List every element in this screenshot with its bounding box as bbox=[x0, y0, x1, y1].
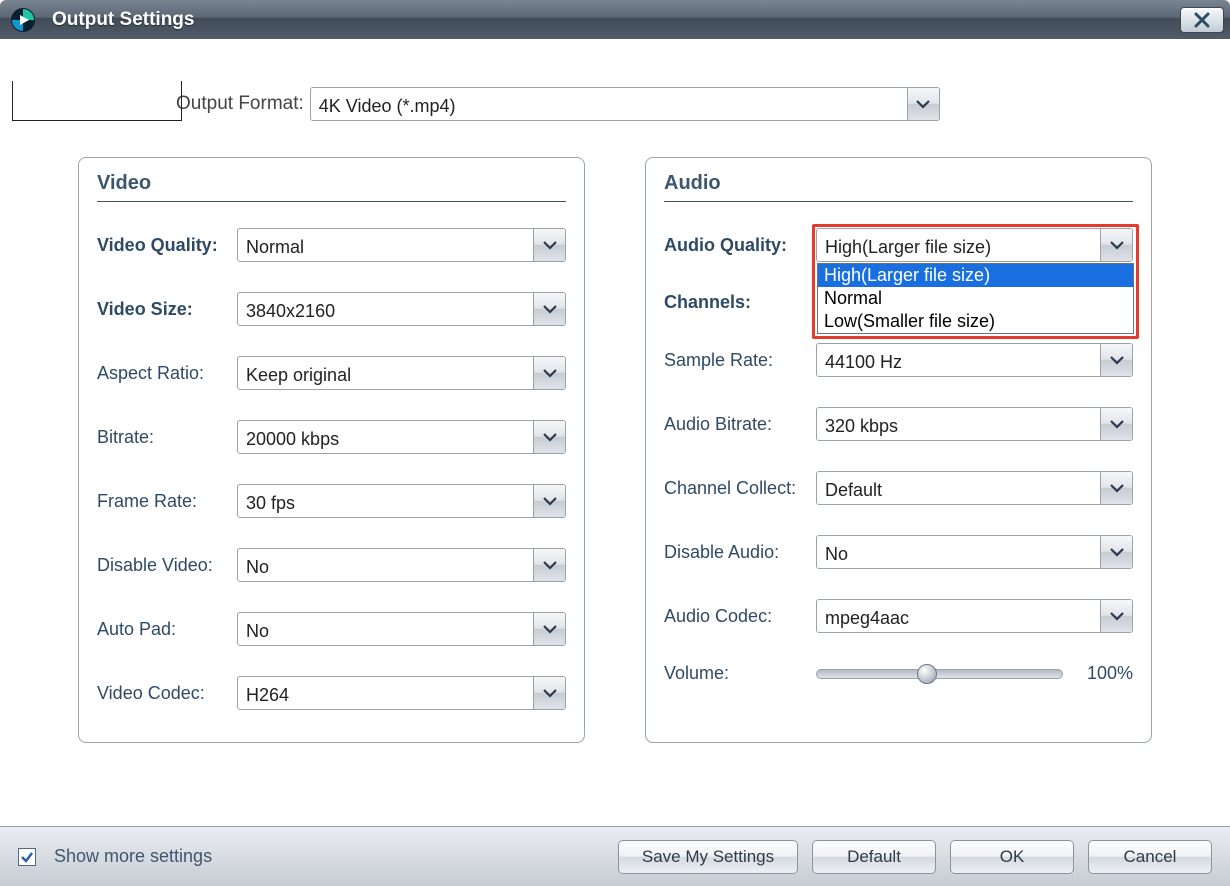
audio-panel: Audio Audio Quality: High(Larger file si… bbox=[645, 157, 1152, 743]
chevron-down-icon bbox=[533, 229, 565, 261]
chevron-down-icon bbox=[533, 485, 565, 517]
chevron-down-icon bbox=[533, 677, 565, 709]
audio-bitrate-row: Audio Bitrate: 320 kbps bbox=[664, 407, 1133, 441]
outline-mark bbox=[12, 81, 182, 121]
audio-quality-select[interactable]: High(Larger file size) bbox=[816, 228, 1133, 262]
chevron-down-icon bbox=[533, 293, 565, 325]
video-panel-title: Video bbox=[97, 172, 566, 202]
audio-quality-option-high[interactable]: High(Larger file size) bbox=[818, 264, 1133, 287]
disable-audio-select[interactable]: No bbox=[816, 535, 1133, 569]
video-size-select[interactable]: 3840x2160 bbox=[237, 292, 566, 326]
ok-button[interactable]: OK bbox=[950, 840, 1074, 874]
chevron-down-icon bbox=[1100, 536, 1132, 568]
window-title: Output Settings bbox=[52, 9, 194, 31]
chevron-down-icon bbox=[533, 357, 565, 389]
audio-quality-label: Audio Quality: bbox=[664, 235, 816, 256]
audio-panel-title: Audio bbox=[664, 172, 1133, 202]
app-logo-icon bbox=[10, 7, 36, 33]
title-bar: Output Settings bbox=[0, 0, 1230, 39]
video-codec-row: Video Codec: H264 bbox=[97, 676, 566, 710]
sample-rate-label: Sample Rate: bbox=[664, 350, 816, 371]
output-format-row: Output Format: 4K Video (*.mp4) bbox=[176, 87, 1212, 121]
frame-rate-row: Frame Rate: 30 fps bbox=[97, 484, 566, 518]
chevron-down-icon bbox=[1100, 344, 1132, 376]
show-more-label: Show more settings bbox=[54, 846, 212, 867]
default-button[interactable]: Default bbox=[812, 840, 936, 874]
close-icon bbox=[1193, 11, 1211, 29]
audio-quality-dropdown[interactable]: High(Larger file size) Normal Low(Smalle… bbox=[817, 263, 1134, 334]
disable-video-select[interactable]: No bbox=[237, 548, 566, 582]
disable-audio-row: Disable Audio: No bbox=[664, 535, 1133, 569]
chevron-down-icon bbox=[533, 613, 565, 645]
video-codec-label: Video Codec: bbox=[97, 683, 237, 704]
footer: Show more settings Save My Settings Defa… bbox=[0, 826, 1230, 886]
auto-pad-row: Auto Pad: No bbox=[97, 612, 566, 646]
bitrate-label: Bitrate: bbox=[97, 427, 237, 448]
auto-pad-select[interactable]: No bbox=[237, 612, 566, 646]
save-my-settings-button[interactable]: Save My Settings bbox=[618, 840, 798, 874]
check-icon bbox=[20, 850, 34, 864]
panels: Video Video Quality: Normal Video Size: … bbox=[18, 157, 1212, 743]
video-size-label: Video Size: bbox=[97, 299, 237, 320]
channel-collect-row: Channel Collect: Default bbox=[664, 471, 1133, 505]
video-panel: Video Video Quality: Normal Video Size: … bbox=[78, 157, 585, 743]
chevron-down-icon bbox=[907, 88, 939, 120]
channel-collect-label: Channel Collect: bbox=[664, 478, 816, 499]
volume-label: Volume: bbox=[664, 663, 816, 684]
audio-bitrate-label: Audio Bitrate: bbox=[664, 414, 816, 435]
chevron-down-icon bbox=[1100, 229, 1132, 261]
audio-bitrate-select[interactable]: 320 kbps bbox=[816, 407, 1133, 441]
chevron-down-icon bbox=[1100, 600, 1132, 632]
output-format-label: Output Format: bbox=[176, 93, 304, 115]
video-quality-row: Video Quality: Normal bbox=[97, 228, 566, 262]
disable-audio-label: Disable Audio: bbox=[664, 542, 816, 563]
audio-codec-row: Audio Codec: mpeg4aac bbox=[664, 599, 1133, 633]
cancel-button[interactable]: Cancel bbox=[1088, 840, 1212, 874]
chevron-down-icon bbox=[533, 421, 565, 453]
volume-value: 100% bbox=[1079, 663, 1133, 684]
output-format-select[interactable]: 4K Video (*.mp4) bbox=[310, 87, 940, 121]
output-format-value: 4K Video (*.mp4) bbox=[311, 88, 907, 120]
audio-quality-option-low[interactable]: Low(Smaller file size) bbox=[818, 310, 1133, 333]
chevron-down-icon bbox=[1100, 408, 1132, 440]
volume-slider[interactable] bbox=[816, 669, 1063, 679]
aspect-ratio-select[interactable]: Keep original bbox=[237, 356, 566, 390]
audio-codec-label: Audio Codec: bbox=[664, 606, 816, 627]
sample-rate-select[interactable]: 44100 Hz bbox=[816, 343, 1133, 377]
show-more-checkbox[interactable] bbox=[18, 848, 36, 866]
video-size-row: Video Size: 3840x2160 bbox=[97, 292, 566, 326]
channel-collect-select[interactable]: Default bbox=[816, 471, 1133, 505]
volume-row: Volume: 100% bbox=[664, 663, 1133, 684]
chevron-down-icon bbox=[1100, 472, 1132, 504]
video-quality-label: Video Quality: bbox=[97, 235, 237, 256]
output-settings-window: Output Settings Output Format: 4K Video … bbox=[0, 0, 1230, 886]
disable-video-row: Disable Video: No bbox=[97, 548, 566, 582]
aspect-ratio-row: Aspect Ratio: Keep original bbox=[97, 356, 566, 390]
slider-thumb-icon[interactable] bbox=[917, 664, 937, 684]
video-quality-select[interactable]: Normal bbox=[237, 228, 566, 262]
frame-rate-select[interactable]: 30 fps bbox=[237, 484, 566, 518]
audio-quality-option-normal[interactable]: Normal bbox=[818, 287, 1133, 310]
bitrate-select[interactable]: 20000 kbps bbox=[237, 420, 566, 454]
disable-video-label: Disable Video: bbox=[97, 555, 237, 576]
sample-rate-row: Sample Rate: 44100 Hz bbox=[664, 343, 1133, 377]
bitrate-row: Bitrate: 20000 kbps bbox=[97, 420, 566, 454]
chevron-down-icon bbox=[533, 549, 565, 581]
body-area: Output Format: 4K Video (*.mp4) Video Vi… bbox=[0, 39, 1230, 826]
audio-quality-row: Audio Quality: High(Larger file size) bbox=[664, 228, 1133, 262]
channels-label: Channels: bbox=[664, 292, 816, 313]
auto-pad-label: Auto Pad: bbox=[97, 619, 237, 640]
audio-codec-select[interactable]: mpeg4aac bbox=[816, 599, 1133, 633]
close-button[interactable] bbox=[1180, 7, 1224, 33]
frame-rate-label: Frame Rate: bbox=[97, 491, 237, 512]
video-codec-select[interactable]: H264 bbox=[237, 676, 566, 710]
aspect-ratio-label: Aspect Ratio: bbox=[97, 363, 237, 384]
